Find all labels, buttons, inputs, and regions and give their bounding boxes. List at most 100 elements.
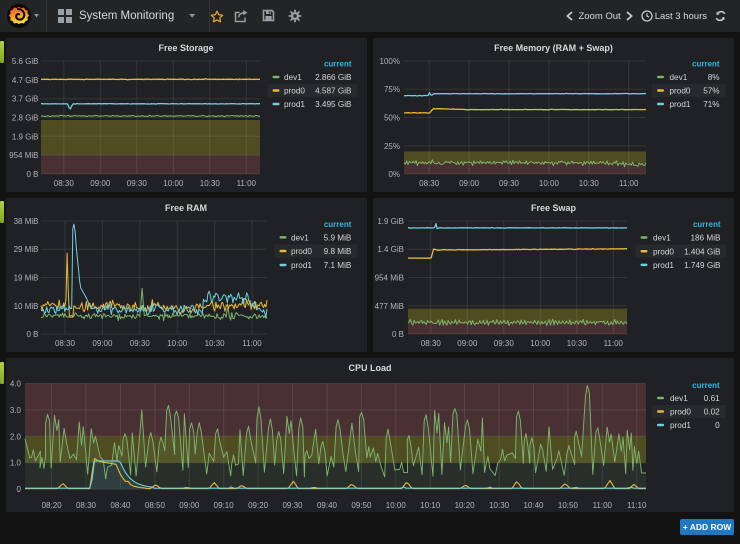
svg-text:2.866 GiB: 2.866 GiB: [315, 73, 352, 82]
svg-text:08:20: 08:20: [42, 501, 63, 510]
svg-text:09:30: 09:30: [127, 179, 148, 188]
svg-text:3.495 GiB: 3.495 GiB: [315, 100, 352, 109]
svg-text:current: current: [692, 59, 720, 68]
svg-text:dev1: dev1: [653, 234, 671, 243]
svg-text:Free Storage: Free Storage: [158, 43, 213, 53]
svg-text:prod0: prod0: [284, 87, 305, 96]
svg-text:0 B: 0 B: [26, 330, 38, 339]
svg-text:dev1: dev1: [670, 394, 688, 403]
svg-text:2.0: 2.0: [10, 432, 22, 441]
svg-text:29 MiB: 29 MiB: [14, 245, 39, 254]
svg-text:dev1: dev1: [291, 234, 309, 243]
svg-text:10:30: 10:30: [205, 339, 226, 348]
svg-text:11:00: 11:00: [619, 179, 639, 188]
svg-text:50%: 50%: [384, 114, 400, 123]
svg-text:4.587 GiB: 4.587 GiB: [315, 87, 352, 96]
svg-text:10:00: 10:00: [539, 179, 560, 188]
svg-text:prod0: prod0: [670, 408, 691, 417]
svg-text:0.02: 0.02: [704, 408, 720, 417]
svg-text:0 B: 0 B: [392, 330, 404, 339]
svg-text:08:30: 08:30: [76, 501, 97, 510]
svg-text:57%: 57%: [703, 87, 719, 96]
svg-text:10:00: 10:00: [386, 501, 407, 510]
svg-text:11:00: 11:00: [242, 339, 262, 348]
svg-text:5.6 GiB: 5.6 GiB: [12, 57, 39, 66]
svg-text:10:00: 10:00: [530, 339, 551, 348]
svg-text:dev1: dev1: [670, 73, 688, 82]
svg-text:08:30: 08:30: [54, 179, 75, 188]
svg-text:11:10: 11:10: [627, 501, 647, 510]
svg-text:09:50: 09:50: [351, 501, 372, 510]
svg-text:09:00: 09:00: [90, 179, 111, 188]
svg-text:75%: 75%: [384, 85, 400, 94]
svg-text:09:30: 09:30: [499, 179, 520, 188]
svg-text:prod0: prod0: [653, 247, 674, 256]
svg-text:0: 0: [715, 421, 720, 430]
svg-text:0.61: 0.61: [704, 394, 720, 403]
svg-text:11:00: 11:00: [593, 501, 613, 510]
svg-text:CPU Load: CPU Load: [348, 363, 391, 373]
svg-text:0%: 0%: [388, 170, 400, 179]
svg-text:09:00: 09:00: [459, 179, 480, 188]
svg-text:current: current: [692, 381, 720, 390]
svg-text:08:30: 08:30: [419, 179, 440, 188]
svg-text:current: current: [693, 220, 721, 229]
svg-text:Free Swap: Free Swap: [531, 203, 577, 213]
svg-text:09:40: 09:40: [317, 501, 338, 510]
svg-text:dev1: dev1: [284, 73, 302, 82]
svg-text:09:00: 09:00: [457, 339, 478, 348]
svg-text:10:20: 10:20: [455, 501, 476, 510]
svg-text:477 MiB: 477 MiB: [375, 302, 404, 311]
svg-text:prod0: prod0: [291, 247, 312, 256]
svg-text:1.4 GiB: 1.4 GiB: [377, 245, 404, 254]
svg-text:7.1 MiB: 7.1 MiB: [324, 261, 352, 270]
svg-text:10:10: 10:10: [420, 501, 441, 510]
svg-text:10 MiB: 10 MiB: [14, 302, 39, 311]
svg-text:100%: 100%: [380, 57, 400, 66]
svg-text:19 MiB: 19 MiB: [14, 274, 39, 283]
svg-text:1.0: 1.0: [10, 459, 22, 468]
svg-text:09:00: 09:00: [92, 339, 113, 348]
svg-text:10:30: 10:30: [579, 179, 600, 188]
svg-text:0 B: 0 B: [26, 170, 38, 179]
svg-text:08:40: 08:40: [110, 501, 131, 510]
svg-text:3.7 GiB: 3.7 GiB: [12, 95, 39, 104]
svg-text:10:30: 10:30: [489, 501, 510, 510]
svg-text:8%: 8%: [708, 73, 720, 82]
svg-text:1.749 GiB: 1.749 GiB: [684, 261, 721, 270]
svg-text:1.404 GiB: 1.404 GiB: [684, 247, 721, 256]
svg-text:prod0: prod0: [670, 87, 691, 96]
svg-text:71%: 71%: [703, 100, 719, 109]
svg-text:09:30: 09:30: [130, 339, 151, 348]
svg-text:0: 0: [17, 485, 22, 494]
svg-text:954 MiB: 954 MiB: [375, 274, 404, 283]
svg-text:prod1: prod1: [284, 100, 305, 109]
svg-text:25%: 25%: [384, 142, 400, 151]
svg-text:current: current: [324, 220, 352, 229]
svg-text:10:30: 10:30: [200, 179, 221, 188]
svg-text:954 MiB: 954 MiB: [9, 151, 38, 160]
svg-text:9.8 MiB: 9.8 MiB: [324, 247, 352, 256]
svg-text:08:50: 08:50: [145, 501, 166, 510]
svg-text:1.9 GiB: 1.9 GiB: [12, 132, 39, 141]
svg-text:09:10: 09:10: [214, 501, 235, 510]
svg-text:38 MiB: 38 MiB: [14, 217, 39, 226]
svg-text:5.9 MiB: 5.9 MiB: [324, 234, 352, 243]
svg-text:prod1: prod1: [670, 100, 691, 109]
svg-text:2.8 GiB: 2.8 GiB: [12, 114, 39, 123]
svg-text:08:30: 08:30: [421, 339, 442, 348]
svg-text:prod1: prod1: [653, 261, 674, 270]
svg-text:10:40: 10:40: [523, 501, 544, 510]
svg-text:current: current: [324, 59, 352, 68]
svg-text:11:00: 11:00: [237, 179, 257, 188]
svg-text:186 MiB: 186 MiB: [690, 234, 721, 243]
svg-text:10:00: 10:00: [167, 339, 188, 348]
svg-text:10:30: 10:30: [567, 339, 588, 348]
svg-text:Free RAM: Free RAM: [165, 203, 207, 213]
svg-text:10:00: 10:00: [163, 179, 184, 188]
svg-text:4.7 GiB: 4.7 GiB: [12, 76, 39, 85]
svg-text:09:30: 09:30: [282, 501, 303, 510]
svg-text:10:50: 10:50: [558, 501, 579, 510]
svg-text:prod1: prod1: [670, 421, 691, 430]
svg-text:Free Memory (RAM + Swap): Free Memory (RAM + Swap): [494, 43, 613, 53]
